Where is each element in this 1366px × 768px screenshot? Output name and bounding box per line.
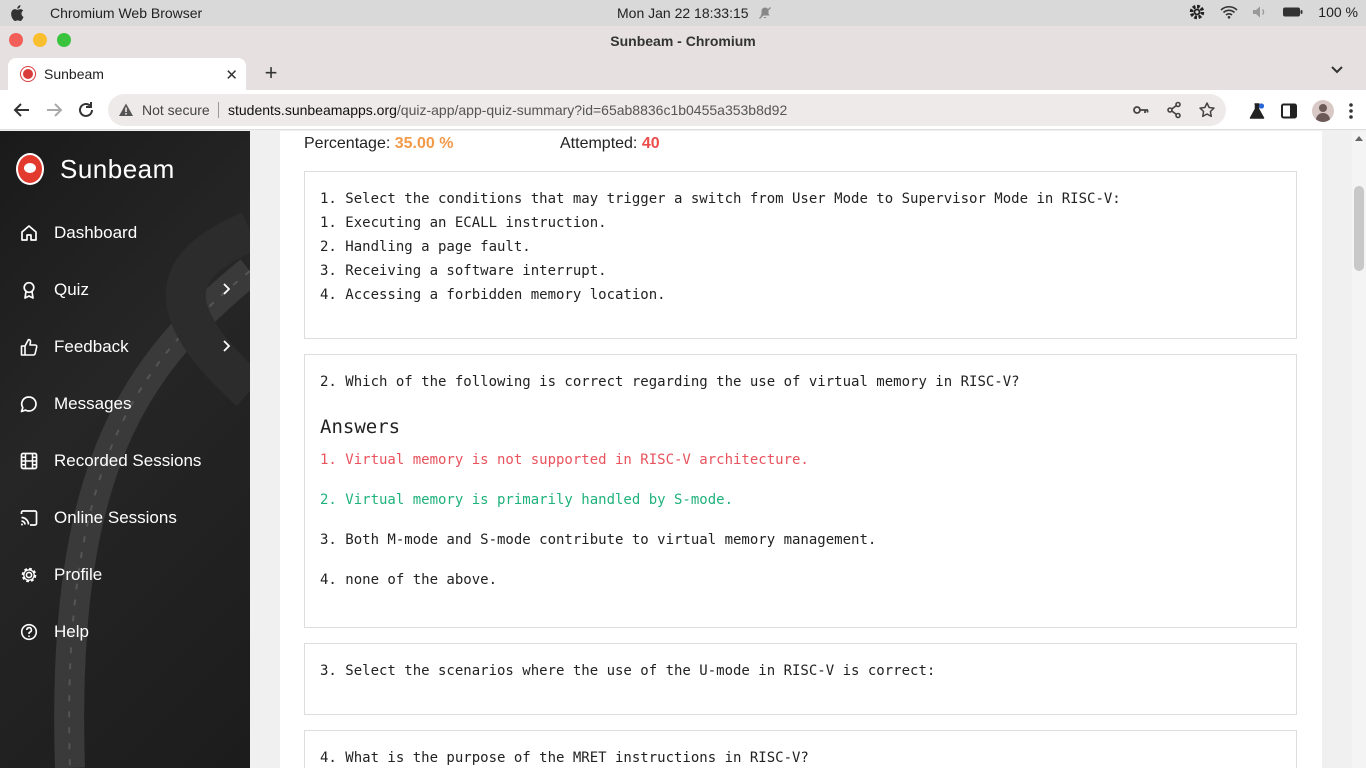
question-text: 3. Select the scenarios where the use of… (320, 663, 936, 679)
scroll-thumb[interactable] (1354, 186, 1364, 271)
brand-name: Sunbeam (60, 153, 175, 184)
battery-icon[interactable] (1282, 6, 1304, 18)
back-arrow-icon[interactable] (12, 100, 32, 120)
scroll-up-arrow-icon[interactable] (1355, 136, 1363, 141)
attempted-value: 40 (641, 135, 660, 152)
os-top-bar: Chromium Web Browser Mon Jan 22 18:33:15… (0, 0, 1366, 26)
sidebar-item-help[interactable]: Help (0, 603, 250, 660)
sidebar-nav: Dashboard Quiz Feedback Messages Recorde… (0, 204, 250, 660)
sunbeam-favicon-icon (21, 67, 35, 81)
url-text[interactable]: students.sunbeamapps.org/quiz-app/app-qu… (228, 102, 787, 118)
question-text: 2. Which of the following is correct reg… (320, 374, 1020, 390)
question-card: 1. Select the conditions that may trigge… (304, 171, 1297, 339)
side-panel-icon[interactable] (1280, 102, 1298, 120)
sunbeam-logo-icon (16, 153, 44, 185)
main-area: Percentage: 35.00 % Attempted: 40 1. Sel… (250, 131, 1352, 768)
sidebar-item-label: Help (54, 621, 89, 641)
share-icon[interactable] (1166, 101, 1182, 119)
browser-toolbar: Not secure students.sunbeamapps.org/quiz… (0, 90, 1366, 130)
os-clock[interactable]: Mon Jan 22 18:33:15 (617, 5, 749, 21)
toolbar-actions (1248, 100, 1354, 122)
percentage-label: Percentage: (304, 135, 391, 152)
question-option: 2. Handling a page fault. (320, 239, 531, 255)
question-option: 4. Accessing a forbidden memory location… (320, 287, 666, 303)
reload-icon[interactable] (76, 100, 96, 120)
sidebar-item-messages[interactable]: Messages (0, 375, 250, 432)
question-card: 2. Which of the following is correct reg… (304, 354, 1297, 628)
chevron-right-icon (223, 283, 230, 295)
battery-percent[interactable]: 100 % (1318, 4, 1358, 20)
question-option: 3. Receiving a software interrupt. (320, 263, 607, 279)
answers-heading: Answers (320, 416, 401, 438)
attempted-label: Attempted: (560, 135, 638, 152)
chat-icon (20, 395, 37, 412)
app-sidebar: Sunbeam Dashboard Quiz Feedback Messages… (0, 131, 250, 768)
browser-tab-sunbeam[interactable]: Sunbeam ✕ (8, 58, 246, 90)
tab-search-chevron-icon[interactable] (1330, 65, 1344, 75)
sidebar-item-recorded-sessions[interactable]: Recorded Sessions (0, 432, 250, 489)
labs-flask-icon[interactable] (1248, 102, 1266, 120)
brand-header[interactable]: Sunbeam (16, 153, 175, 185)
tab-title: Sunbeam (44, 66, 104, 82)
award-icon (23, 281, 35, 299)
film-icon (20, 452, 38, 469)
sidebar-item-label: Recorded Sessions (54, 450, 202, 470)
home-icon (21, 224, 37, 241)
gear-icon (21, 567, 37, 582)
thumbs-up-icon (20, 338, 38, 356)
settings-icon[interactable] (1188, 3, 1206, 21)
answer-wrong: 1. Virtual memory is not supported in RI… (320, 452, 809, 468)
window-title: Sunbeam - Chromium (610, 33, 756, 49)
percentage-value: 35.00 % (394, 135, 454, 152)
window-title-bar: Sunbeam - Chromium (0, 26, 1366, 56)
quiz-summary-panel: Percentage: 35.00 % Attempted: 40 1. Sel… (280, 131, 1322, 768)
system-tray: 100 % (1188, 3, 1358, 21)
sidebar-item-dashboard[interactable]: Dashboard (0, 204, 250, 261)
bookmark-star-icon[interactable] (1198, 101, 1216, 119)
chevron-right-icon (223, 340, 230, 352)
question-card: 3. Select the scenarios where the use of… (304, 643, 1297, 715)
sidebar-item-quiz[interactable]: Quiz (0, 261, 250, 318)
sidebar-item-label: Messages (54, 393, 132, 413)
omnibox-divider (218, 102, 219, 118)
sidebar-item-label: Quiz (54, 279, 89, 299)
sidebar-item-label: Dashboard (54, 222, 138, 242)
question-text: 4. What is the purpose of the MRET instr… (320, 750, 809, 766)
bell-muted-icon[interactable] (758, 6, 772, 20)
tab-close-icon[interactable]: ✕ (225, 66, 238, 84)
answer-option: 3. Both M-mode and S-mode contribute to … (320, 532, 877, 548)
address-bar[interactable]: Not secure students.sunbeamapps.org/quiz… (108, 94, 1226, 126)
tab-strip: Sunbeam ✕ + (0, 56, 1366, 90)
profile-avatar[interactable] (1312, 100, 1334, 122)
help-icon (20, 623, 38, 640)
answer-correct: 2. Virtual memory is primarily handled b… (320, 492, 734, 508)
sidebar-item-label: Profile (54, 564, 103, 584)
page-scrollbar[interactable] (1352, 131, 1366, 768)
score-summary: Percentage: 35.00 % Attempted: 40 (304, 135, 660, 153)
answer-option: 4. none of the above. (320, 572, 498, 588)
question-card: 4. What is the purpose of the MRET instr… (304, 730, 1297, 768)
os-app-name[interactable]: Chromium Web Browser (50, 5, 202, 21)
warning-triangle-icon[interactable] (118, 102, 134, 118)
cast-icon (20, 509, 38, 526)
not-secure-label[interactable]: Not secure (142, 102, 210, 118)
attempted-group: Attempted: 40 (560, 135, 660, 153)
new-tab-button[interactable]: + (260, 60, 282, 86)
url-host: students.sunbeamapps.org (228, 102, 397, 118)
wifi-icon[interactable] (1220, 5, 1238, 19)
key-icon[interactable] (1132, 101, 1150, 119)
kebab-menu-icon[interactable] (1348, 102, 1354, 120)
url-path: /quiz-app/app-quiz-summary?id=65ab8836c1… (396, 102, 788, 118)
question-option: 1. Executing an ECALL instruction. (320, 215, 607, 231)
volume-icon[interactable] (1252, 5, 1268, 19)
sidebar-item-label: Online Sessions (54, 507, 177, 527)
question-text: 1. Select the conditions that may trigge… (320, 191, 1121, 207)
forward-arrow-icon[interactable] (44, 100, 64, 120)
sidebar-item-profile[interactable]: Profile (0, 546, 250, 603)
sidebar-item-feedback[interactable]: Feedback (0, 318, 250, 375)
sidebar-item-label: Feedback (54, 336, 129, 356)
apple-icon[interactable] (10, 4, 26, 22)
sidebar-item-online-sessions[interactable]: Online Sessions (0, 489, 250, 546)
